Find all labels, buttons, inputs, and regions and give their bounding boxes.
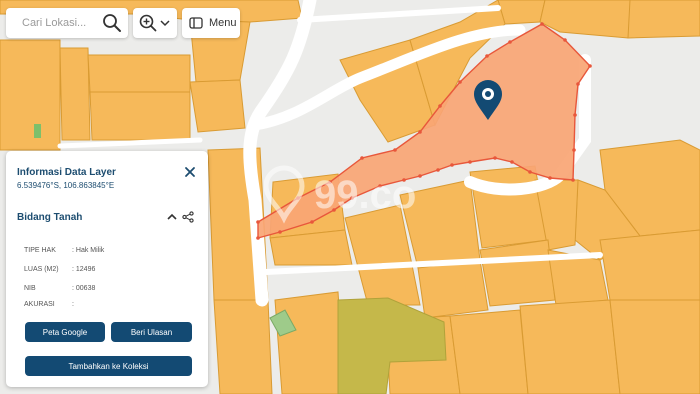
search-box[interactable] <box>6 8 128 38</box>
review-button[interactable]: Beri Ulasan <box>111 322 192 342</box>
info-panel: Informasi Data Layer 6.539476°S, 106.863… <box>6 151 208 387</box>
coordinates: 6.539476°S, 106.863845°E <box>17 181 115 190</box>
zoom-dropdown[interactable] <box>133 8 177 38</box>
menu-panel-icon <box>189 17 203 29</box>
attribute-value: : <box>72 301 74 308</box>
search-input[interactable] <box>20 16 104 30</box>
attribute-row: NIB : 00638 <box>24 285 95 292</box>
menu-button[interactable]: Menu <box>182 8 240 38</box>
attribute-label: TIPE HAK <box>24 247 56 254</box>
zoom-in-icon[interactable] <box>139 14 157 32</box>
attribute-value: : Hak Milik <box>72 247 105 254</box>
attribute-row: LUAS (M2) : 12496 <box>24 266 95 273</box>
menu-label: Menu <box>209 17 237 29</box>
attribute-row: TIPE HAK : Hak Milik <box>24 247 104 254</box>
search-icon[interactable] <box>102 13 122 33</box>
attribute-row: AKURASI: <box>24 301 74 308</box>
attribute-label: LUAS (M2) <box>24 266 59 273</box>
section-title: Bidang Tanah <box>17 212 83 223</box>
close-icon[interactable] <box>184 166 196 178</box>
watermark-text: 99.co <box>314 173 416 217</box>
google-maps-button[interactable]: Peta Google <box>25 322 105 342</box>
share-icon[interactable] <box>182 211 194 223</box>
attribute-label: NIB <box>24 285 36 292</box>
chevron-down-icon[interactable] <box>160 18 170 28</box>
chevron-up-icon[interactable] <box>166 211 178 223</box>
attribute-label: AKURASI <box>24 301 55 308</box>
attribute-value: : 00638 <box>72 285 96 292</box>
panel-title: Informasi Data Layer <box>17 167 116 178</box>
green-parcel <box>34 124 41 138</box>
add-to-collection-button[interactable]: Tambahkan ke Koleksi <box>25 356 192 376</box>
attribute-value: : 12496 <box>72 266 96 273</box>
watermark-logo: 99.co <box>263 160 444 224</box>
